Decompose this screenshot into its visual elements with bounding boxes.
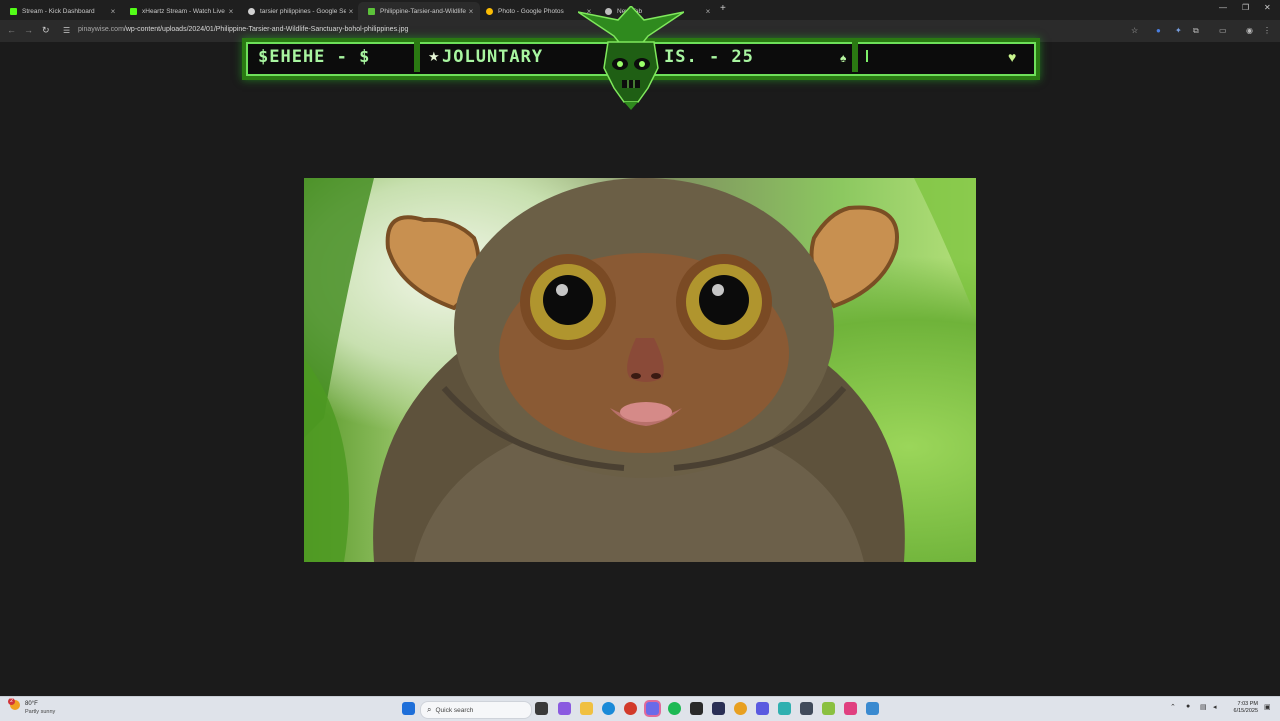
windows-start-icon[interactable] [402, 702, 415, 715]
close-window-icon[interactable]: ✕ [1264, 3, 1271, 12]
terminal-icon[interactable] [690, 702, 703, 715]
close-tab-icon[interactable]: × [466, 7, 476, 16]
url-domain: pinaywise.com [78, 26, 124, 33]
tarsier-illustration [304, 178, 976, 562]
notification-icon[interactable]: ▣ [1264, 703, 1271, 711]
tiktok-icon[interactable] [844, 702, 857, 715]
site-info-icon[interactable]: ☰ [63, 26, 70, 35]
clock-time: 7:03 PM [1237, 701, 1258, 707]
tab-title: xHeartz Stream - Watch Live on [142, 7, 226, 15]
task-view-icon[interactable] [535, 702, 548, 715]
discord-icon[interactable] [646, 702, 659, 715]
menu-kebab-icon[interactable]: ⋮ [1263, 26, 1271, 35]
copilot-icon[interactable] [558, 702, 571, 715]
edge-icon[interactable] [602, 702, 615, 715]
banner-divider [414, 42, 420, 72]
banner-ticker-text: JOLUNTARY [442, 47, 544, 67]
tab-title: tarsier philippines - Google Se [260, 7, 346, 15]
close-tab-icon[interactable]: × [346, 7, 356, 16]
network-icon[interactable]: ▤ [1200, 703, 1207, 711]
weather-desc: Partly sunny [25, 709, 56, 715]
close-tab-icon[interactable]: × [226, 7, 236, 16]
forward-icon[interactable]: → [24, 25, 33, 35]
side-panel-icon[interactable]: ▭ [1219, 26, 1227, 35]
tab-title: Stream - Kick Dashboard [22, 7, 95, 15]
profile-icon[interactable]: ◉ [1246, 26, 1253, 35]
weather-temp: 80°F [25, 701, 38, 707]
reload-icon[interactable]: ↻ [42, 25, 50, 36]
heart-icon: ♥ [1008, 49, 1017, 65]
taskbar-search[interactable]: ⌕ Quick search [420, 701, 532, 719]
chrome-app-icon[interactable] [734, 702, 747, 715]
microphone-icon[interactable]: ● [1186, 703, 1190, 710]
taskbar-clock[interactable]: 7:03 PM 6/15/2025 [1224, 701, 1258, 715]
app-icon[interactable] [866, 702, 879, 715]
kick-favicon-icon [130, 7, 137, 15]
search-label: Quick search [435, 706, 474, 714]
url-path: /wp-content/uploads/2024/01/Philippine-T… [123, 26, 409, 33]
headset-app-icon[interactable] [756, 702, 769, 715]
tab-kick-dashboard[interactable]: Stream - Kick Dashboard × [0, 2, 122, 20]
banner-divider [852, 42, 858, 72]
tray-chevron-icon[interactable]: ⌃ [1170, 703, 1176, 711]
extensions-puzzle-icon[interactable]: ⧉ [1193, 26, 1199, 36]
notification-badge: 2 [8, 698, 15, 705]
tab-google-search[interactable]: tarsier philippines - Google Se × [238, 2, 360, 20]
google-favicon-icon [248, 7, 255, 15]
tab-title: Photo - Google Photos [498, 7, 564, 15]
tab-xheartz-stream[interactable]: xHeartz Stream - Watch Live on × [120, 2, 240, 20]
address-bar[interactable]: pinaywise.com/wp-content/uploads/2024/01… [78, 26, 408, 33]
app-icon[interactable] [800, 702, 813, 715]
site-favicon-icon [368, 7, 375, 15]
search-icon: ⌕ [427, 705, 432, 714]
clock-date: 6/15/2025 [1233, 708, 1258, 714]
windows-taskbar: 2 80°F Partly sunny ⌕ Quick search ⌃ ● ▤… [0, 696, 1280, 721]
app-icon[interactable] [778, 702, 791, 715]
extension-icon[interactable]: ✦ [1175, 26, 1182, 35]
restore-icon[interactable]: ❐ [1242, 3, 1249, 12]
back-icon[interactable]: ← [7, 25, 16, 35]
google-photos-favicon-icon [486, 7, 493, 15]
new-tab-button[interactable]: + [720, 3, 726, 14]
weather-widget[interactable]: 2 80°F Partly sunny [8, 698, 56, 716]
bookmark-star-icon[interactable]: ☆ [1131, 26, 1138, 35]
chrome-icon[interactable] [624, 702, 637, 715]
spotify-icon[interactable] [668, 702, 681, 715]
file-explorer-icon[interactable] [580, 702, 593, 715]
tab-title: Philippine-Tarsier-and-Wildlife [380, 7, 466, 15]
volume-icon[interactable]: ◂ [1213, 703, 1217, 711]
banner-cursor [866, 50, 868, 62]
extension-icon[interactable]: ● [1156, 26, 1161, 35]
tab-tarsier-image[interactable]: Philippine-Tarsier-and-Wildlife × [358, 2, 480, 20]
minimize-icon[interactable]: — [1219, 3, 1227, 12]
droplet-icon: ♠ [840, 51, 847, 65]
kick-favicon-icon [10, 7, 17, 15]
skull-emblem-logo [578, 6, 684, 110]
close-tab-icon[interactable]: × [703, 7, 713, 16]
star-icon: ★ [428, 49, 440, 64]
tarsier-photo [304, 178, 976, 562]
premiere-icon[interactable] [712, 702, 725, 715]
banner-ticker-text: $EHEHE - $ [258, 47, 371, 67]
close-tab-icon[interactable]: × [108, 7, 118, 16]
weather-sun-icon: 2 [8, 698, 20, 710]
app-icon[interactable] [822, 702, 835, 715]
